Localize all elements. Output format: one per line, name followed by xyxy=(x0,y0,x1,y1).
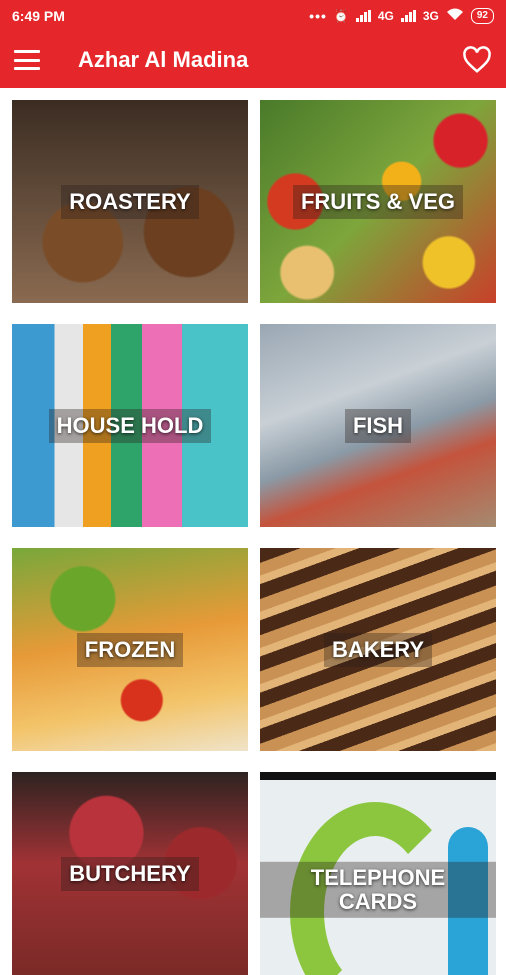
heart-icon[interactable] xyxy=(462,46,492,74)
category-tile-roastery[interactable]: ROASTERY xyxy=(12,100,248,303)
category-tile-frozen[interactable]: FROZEN xyxy=(12,548,248,751)
category-label: ROASTERY xyxy=(61,184,199,219)
category-grid: ROASTERY FRUITS & VEG HOUSE HOLD FISH FR… xyxy=(12,100,496,975)
category-tile-household[interactable]: HOUSE HOLD xyxy=(12,324,248,527)
category-tile-butchery[interactable]: BUTCHERY xyxy=(12,772,248,975)
wifi-icon xyxy=(446,8,464,24)
category-label: FROZEN xyxy=(76,632,184,667)
category-tile-bakery[interactable]: BAKERY xyxy=(260,548,496,751)
category-tile-fruits-veg[interactable]: FRUITS & VEG xyxy=(260,100,496,303)
category-tile-telephone-cards[interactable]: TELEPHONE CARDS xyxy=(260,772,496,975)
status-time: 6:49 PM xyxy=(12,8,65,24)
category-label: FRUITS & VEG xyxy=(292,184,463,219)
category-tile-fish[interactable]: FISH xyxy=(260,324,496,527)
category-label: BUTCHERY xyxy=(61,856,199,891)
category-label: HOUSE HOLD xyxy=(48,408,212,443)
app-title: Azhar Al Madina xyxy=(78,47,249,72)
network-4g-label: 4G xyxy=(377,9,394,23)
signal-icon-2 xyxy=(400,10,416,22)
menu-icon[interactable] xyxy=(14,50,40,70)
battery-icon: 92 xyxy=(470,8,494,24)
app-bar: Azhar Al Madina xyxy=(0,32,506,88)
signal-icon xyxy=(355,10,371,22)
category-label: BAKERY xyxy=(323,632,433,667)
notification-dots: ••• xyxy=(309,8,327,24)
category-label: FISH xyxy=(344,408,412,443)
category-label: TELEPHONE CARDS xyxy=(260,861,496,918)
alarm-icon: ⏰ xyxy=(333,9,349,23)
status-icons: ••• ⏰ 4G 3G 92 xyxy=(309,8,494,24)
status-bar: 6:49 PM ••• ⏰ 4G 3G 92 xyxy=(0,0,506,32)
network-3g-label: 3G xyxy=(422,9,439,23)
